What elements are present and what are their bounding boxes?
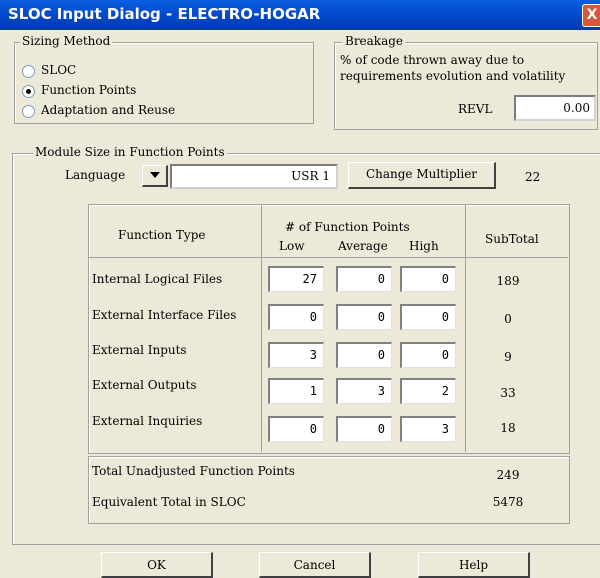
subtotal-value: 33 [500, 386, 516, 400]
low-value: 27 [302, 272, 317, 286]
average-value: 0 [377, 348, 385, 362]
low-input[interactable]: 1 [268, 378, 324, 404]
average-input[interactable]: 0 [336, 342, 392, 368]
language-label: Language [65, 168, 126, 182]
close-icon[interactable]: X [582, 4, 600, 27]
subtotal-value: 0 [504, 312, 512, 326]
low-input[interactable]: 0 [268, 416, 324, 442]
low-value: 1 [309, 384, 317, 398]
average-value: 0 [377, 272, 385, 286]
high-input[interactable]: 0 [400, 342, 456, 368]
high-value: 0 [441, 310, 449, 324]
fp-col-divider-2 [465, 204, 466, 452]
low-input[interactable]: 0 [268, 304, 324, 330]
breakage-description-line2: requirements evolution and volatility [340, 69, 566, 83]
row-label: External Inputs [92, 343, 187, 357]
average-value: 3 [377, 384, 385, 398]
low-value: 0 [309, 310, 317, 324]
total-unadjusted-value: 249 [496, 468, 520, 482]
window-title: SLOC Input Dialog - ELECTRO-HOGAR [8, 5, 321, 23]
total-unadjusted-label: Total Unadjusted Function Points [92, 464, 295, 478]
low-input[interactable]: 27 [268, 266, 324, 292]
fp-header-divider [88, 257, 568, 258]
average-input[interactable]: 0 [336, 416, 392, 442]
change-multiplier-button[interactable]: Change Multiplier [348, 162, 496, 189]
equivalent-sloc-value: 5478 [492, 495, 524, 509]
high-value: 2 [441, 384, 449, 398]
high-value: 0 [441, 348, 449, 362]
average-input[interactable]: 0 [336, 304, 392, 330]
revl-label: REVL [458, 102, 493, 116]
ok-button[interactable]: OK [101, 552, 213, 578]
cancel-button[interactable]: Cancel [259, 552, 371, 578]
low-value: 3 [309, 348, 317, 362]
radio-function-points-label: Function Points [41, 83, 137, 97]
average-value: 0 [377, 422, 385, 436]
radio-function-points-button[interactable] [22, 85, 35, 98]
row-label: External Outputs [92, 378, 197, 392]
row-label: Internal Logical Files [92, 272, 223, 286]
cancel-label: Cancel [293, 558, 336, 572]
col-high: High [409, 239, 439, 253]
col-low: Low [279, 239, 305, 253]
revl-input[interactable]: 0.00 [514, 95, 596, 121]
radio-adaptation-reuse-button[interactable] [22, 105, 35, 118]
ok-label: OK [147, 558, 166, 572]
high-input[interactable]: 2 [400, 378, 456, 404]
subtotal-value: 18 [500, 421, 516, 435]
high-input[interactable]: 0 [400, 304, 456, 330]
col-subtotal: SubTotal [485, 232, 539, 246]
radio-adaptation-reuse-label: Adaptation and Reuse [41, 103, 176, 117]
chevron-down-icon [150, 172, 160, 178]
equivalent-sloc-label: Equivalent Total in SLOC [92, 495, 246, 509]
low-value: 0 [309, 422, 317, 436]
sizing-method-legend: Sizing Method [20, 34, 113, 48]
row-label: External Inquiries [92, 414, 203, 428]
title-bar[interactable]: SLOC Input Dialog - ELECTRO-HOGAR X [0, 0, 600, 30]
language-value: USR 1 [291, 169, 330, 183]
language-dropdown-button[interactable] [142, 165, 168, 187]
average-input[interactable]: 3 [336, 378, 392, 404]
high-value: 0 [441, 272, 449, 286]
high-value: 3 [441, 422, 449, 436]
high-input[interactable]: 0 [400, 266, 456, 292]
radio-sloc-button[interactable] [22, 65, 35, 78]
breakage-legend: Breakage [343, 34, 406, 48]
col-average: Average [338, 239, 388, 253]
revl-value: 0.00 [563, 101, 590, 115]
col-fp-header: # of Function Points [285, 220, 410, 234]
average-input[interactable]: 0 [336, 266, 392, 292]
module-size-legend: Module Size in Function Points [33, 145, 227, 159]
subtotal-value: 189 [496, 274, 520, 288]
multiplier-value: 22 [525, 170, 541, 184]
change-multiplier-label: Change Multiplier [365, 167, 478, 181]
fp-col-divider-1 [261, 204, 262, 452]
low-input[interactable]: 3 [268, 342, 324, 368]
radio-sloc-label: SLOC [41, 63, 77, 77]
help-label: Help [458, 558, 489, 572]
col-function-type: Function Type [118, 228, 206, 242]
subtotal-value: 9 [504, 350, 512, 364]
help-button[interactable]: Help [418, 552, 530, 578]
breakage-description-line1: % of code thrown away due to [340, 53, 525, 67]
average-value: 0 [377, 310, 385, 324]
language-field[interactable]: USR 1 [170, 164, 338, 189]
high-input[interactable]: 3 [400, 416, 456, 442]
row-label: External Interface Files [92, 308, 237, 322]
